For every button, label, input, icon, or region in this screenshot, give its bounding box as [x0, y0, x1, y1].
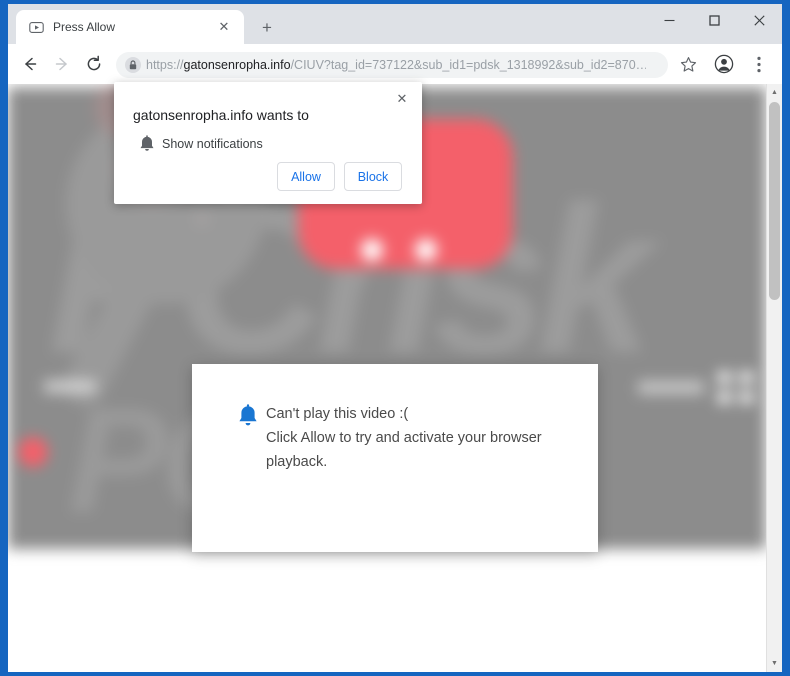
new-tab-button[interactable]: + [255, 16, 279, 40]
scam-line-1: Can't play this video :( [266, 406, 409, 422]
tab-title: Press Allow [53, 20, 116, 34]
url-text: https://gatonsenropha.info/CIUV?tag_id=7… [146, 58, 646, 72]
scam-line-3: playback. [266, 454, 328, 470]
bell-icon [236, 404, 260, 430]
scrollbar-down-arrow[interactable]: ▼ [767, 655, 782, 672]
permission-dialog-title: gatonsenropha.info wants to [133, 107, 309, 123]
window-controls [647, 4, 782, 36]
video-duration [638, 381, 704, 394]
scrollbar-thumb[interactable] [769, 102, 780, 300]
browser-tab[interactable]: Press Allow ✕ [16, 10, 244, 44]
fullscreen-icon [718, 372, 754, 404]
window-close-button[interactable] [737, 4, 782, 36]
video-timecode [44, 380, 96, 393]
reload-icon[interactable] [82, 52, 106, 76]
three-dot-menu-icon[interactable] [748, 52, 770, 76]
scam-line-2: Click Allow to try and activate your bro… [266, 430, 542, 446]
scam-overlay-text: Can't play this video :( Click Allow to … [266, 402, 576, 474]
window-minimize-button[interactable] [647, 4, 692, 36]
close-icon[interactable]: ✕ [392, 89, 412, 109]
url-bar[interactable]: https://gatonsenropha.info/CIUV?tag_id=7… [116, 52, 668, 78]
video-play-icon [29, 20, 44, 35]
browser-frame: Press Allow ✕ + https://gatonsenropha.in… [8, 4, 782, 672]
scam-overlay-card: Can't play this video :( Click Allow to … [192, 364, 598, 552]
forward-arrow-icon [50, 52, 74, 76]
scrollbar-up-arrow[interactable]: ▲ [767, 84, 782, 101]
lock-icon [125, 57, 141, 73]
permission-request-label: Show notifications [162, 137, 263, 151]
red-accent-blob [18, 437, 48, 467]
allow-button[interactable]: Allow [277, 162, 335, 191]
bell-icon [138, 135, 156, 153]
browser-window: Press Allow ✕ + https://gatonsenropha.in… [0, 0, 790, 676]
notification-permission-dialog: ✕ gatonsenropha.info wants to Show notif… [114, 82, 422, 204]
account-avatar-icon[interactable] [712, 52, 736, 76]
window-maximize-button[interactable] [692, 4, 737, 36]
page-scrollbar[interactable]: ▲ ▼ [766, 84, 782, 672]
block-button[interactable]: Block [344, 162, 402, 191]
browser-toolbar: https://gatonsenropha.info/CIUV?tag_id=7… [8, 44, 782, 84]
bookmark-star-icon[interactable] [676, 52, 700, 76]
tab-close-icon[interactable]: ✕ [216, 19, 232, 35]
tab-strip: Press Allow ✕ + [8, 4, 782, 44]
back-arrow-icon[interactable] [18, 52, 42, 76]
